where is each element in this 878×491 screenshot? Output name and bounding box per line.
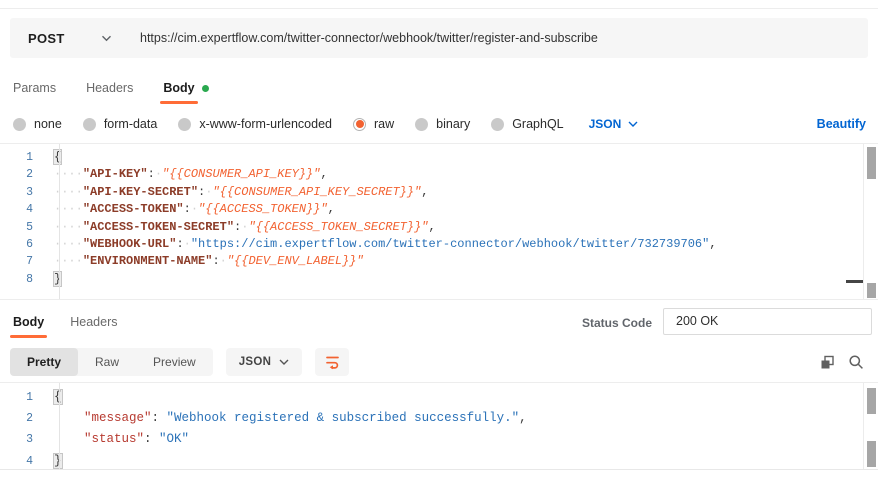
search-response-button[interactable] [848,354,864,370]
code-line: 1{ [0,387,878,408]
line-number: 1 [0,387,46,408]
radio-icon [353,118,366,131]
tab-params[interactable]: Params [13,81,56,95]
code-line: 8} [0,271,878,288]
top-divider [0,8,878,9]
scrollbar-thumb[interactable] [867,283,876,298]
line-number: 2 [0,166,46,183]
request-tabs: Params Headers Body [13,78,209,98]
gutter-divider [59,383,60,469]
radio-icon [415,118,428,131]
request-code: 1{2····"API-KEY":·"{{CONSUMER_API_KEY}}"… [0,149,878,288]
body-type-label: binary [436,117,470,131]
body-type-none[interactable]: none [13,117,62,131]
tab-body[interactable]: Body [163,81,208,95]
response-tabs: Body Headers [13,312,118,332]
search-icon [848,354,864,370]
body-content-dot-icon [202,85,209,92]
body-type-label: GraphQL [512,117,563,131]
code-line: 7····"ENVIRONMENT-NAME":·"{{DEV_ENV_LABE… [0,253,878,270]
code-line: 1{ [0,149,878,166]
response-language-select[interactable]: JSON [226,348,303,376]
code-line: 3····"API-KEY-SECRET":·"{{CONSUMER_API_K… [0,184,878,201]
line-number: 6 [0,236,46,253]
response-actions [820,354,868,370]
line-number: 7 [0,253,46,270]
line-number: 2 [0,408,46,429]
copy-icon [820,355,835,370]
tab-headers[interactable]: Headers [86,81,133,95]
code-line: 2 "message": "Webhook registered & subsc… [0,408,878,429]
body-type-x-www-form-urlencoded[interactable]: x-www-form-urlencoded [178,117,332,131]
radio-icon [83,118,96,131]
line-number: 3 [0,429,46,450]
view-tab-pretty[interactable]: Pretty [10,348,78,376]
wrap-lines-button[interactable] [315,348,349,376]
code-line: 2····"API-KEY":·"{{CONSUMER_API_KEY}}", [0,166,878,183]
body-type-label: form-data [104,117,158,131]
gutter-divider [59,144,60,299]
copy-response-button[interactable] [820,355,835,370]
body-type-form-data[interactable]: form-data [83,117,158,131]
body-type-raw[interactable]: raw [353,117,394,131]
response-tab-headers[interactable]: Headers [70,315,117,329]
line-number: 8 [0,271,46,288]
method-select[interactable]: POST [10,18,128,58]
request-url-bar: POST https://cim.expertflow.com/twitter-… [10,18,868,58]
code-line: 5····"ACCESS-TOKEN-SECRET":·"{{ACCESS_TO… [0,219,878,236]
radio-icon [178,118,191,131]
line-number: 3 [0,184,46,201]
scrollbar-thumb[interactable] [867,441,876,467]
status-code-value: 200 OK [663,308,872,335]
chevron-down-icon [279,359,289,365]
response-tab-body[interactable]: Body [13,315,44,329]
scrollbar-thumb[interactable] [867,147,876,179]
url-input[interactable]: https://cim.expertflow.com/twitter-conne… [128,31,868,45]
body-type-label: none [34,117,62,131]
code-line: 3 "status": "OK" [0,429,878,450]
method-label: POST [28,31,65,46]
request-body-editor[interactable]: 1{2····"API-KEY":·"{{CONSUMER_API_KEY}}"… [0,143,878,300]
body-type-binary[interactable]: binary [415,117,470,131]
response-toolbar: Pretty Raw Preview JSON [10,348,868,376]
response-body-editor[interactable]: 1{2 "message": "Webhook registered & sub… [0,382,878,470]
line-number: 5 [0,219,46,236]
line-number: 4 [0,451,46,472]
response-view-switch: Pretty Raw Preview [10,348,213,376]
body-type-graphql[interactable]: GraphQL [491,117,563,131]
view-tab-raw[interactable]: Raw [78,348,136,376]
body-type-label: x-www-form-urlencoded [199,117,332,131]
line-number: 4 [0,201,46,218]
body-type-label: raw [374,117,394,131]
response-editor-scrollbar[interactable] [863,383,878,469]
view-tab-preview[interactable]: Preview [136,348,213,376]
chevron-down-icon [628,121,638,127]
body-type-row: none form-data x-www-form-urlencoded raw… [13,111,866,137]
request-editor-scrollbar[interactable] [863,144,878,299]
status-code-label: Status Code [582,316,652,330]
radio-icon [13,118,26,131]
scrollbar-thumb[interactable] [867,388,876,414]
code-line: 4} [0,451,878,472]
wrap-lines-icon [325,354,340,370]
code-line: 6····"WEBHOOK-URL":·"https://cim.expertf… [0,236,878,253]
horizontal-scrollbar-thumb[interactable] [846,280,863,283]
response-code: 1{2 "message": "Webhook registered & sub… [0,387,878,472]
code-line: 4····"ACCESS-TOKEN":·"{{ACCESS_TOKEN}}", [0,201,878,218]
raw-language-select[interactable]: JSON [589,117,639,131]
chevron-down-icon [101,35,112,42]
radio-icon [491,118,504,131]
line-number: 1 [0,149,46,166]
beautify-button[interactable]: Beautify [817,117,866,131]
